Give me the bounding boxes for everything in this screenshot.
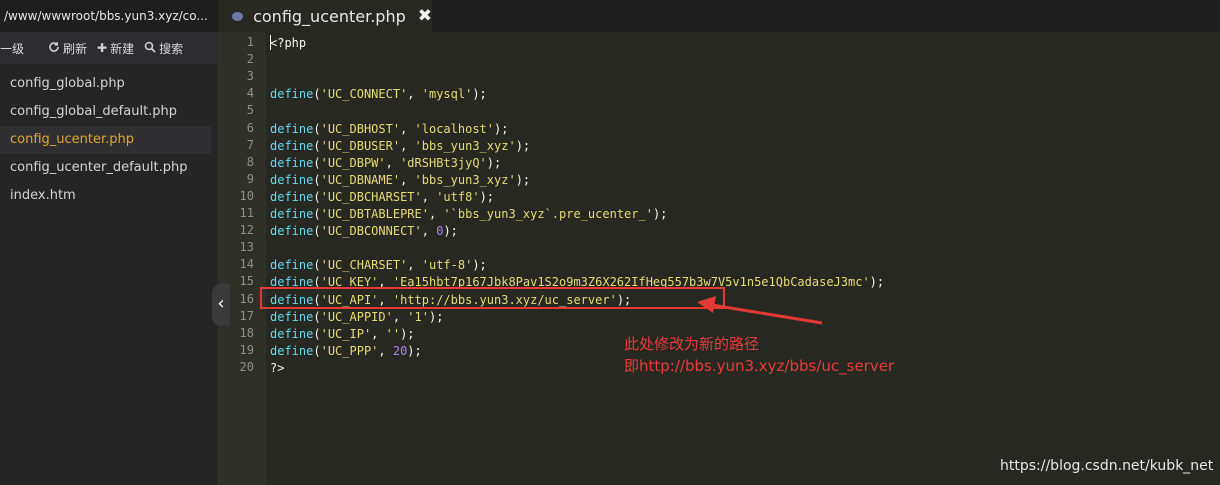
search-button[interactable]: 搜索 <box>144 40 183 57</box>
refresh-button[interactable]: 刷新 <box>48 40 87 57</box>
line-number: 18 <box>239 325 254 340</box>
line-number: 14 <box>239 257 254 272</box>
annotation-highlight-box <box>260 287 725 309</box>
sidebar-path: /www/wwwroot/bbs.yun3.xyz/co... <box>0 0 218 32</box>
search-label: 搜索 <box>159 41 184 56</box>
annotation-note-2: 即http://bbs.yun3.xyz/bbs/uc_server <box>624 357 895 375</box>
file-item-active[interactable]: config_ucenter.php <box>0 126 211 154</box>
code-line: define('UC_DBCHARSET', 'utf8'); <box>270 189 495 204</box>
line-number-gutter: 1 2 3 4 5 6 7 8 9 10 11 12 13 14 15 16 17 18 19 20 <box>218 32 266 485</box>
line-number: 3 <box>246 69 254 84</box>
line-number: 8 <box>246 154 254 169</box>
php-file-icon <box>232 11 244 21</box>
code-line: define('UC_DBHOST', 'localhost'); <box>270 121 509 136</box>
tab-config-ucenter[interactable]: config_ucenter.php ✖ <box>218 0 432 32</box>
line-number: 7 <box>246 137 254 152</box>
code-line: define('UC_IP', ''); <box>270 326 415 341</box>
code-line: define('UC_APPID', '1'); <box>270 309 444 324</box>
line-number: 4 <box>246 86 254 101</box>
up-level-button[interactable]: 一级 <box>0 40 24 57</box>
code-line: define('UC_CONNECT', 'mysql'); <box>270 87 487 102</box>
code-line: define('UC_DBUSER', 'bbs_yun3_xyz'); <box>270 138 531 153</box>
tab-title: config_ucenter.php <box>253 6 406 26</box>
line-number: 12 <box>239 223 254 238</box>
watermark: https://blog.csdn.net/kubk_net <box>1000 458 1214 474</box>
tab-bar: config_ucenter.php ✖ <box>218 0 1220 32</box>
code-line: define('UC_CHARSET', 'utf-8'); <box>270 258 487 273</box>
line-number: 13 <box>239 240 254 255</box>
close-icon[interactable]: ✖ <box>418 6 432 26</box>
chevron-left-icon: ‹ <box>217 293 225 314</box>
file-item[interactable]: config_ucenter_default.php <box>0 154 211 182</box>
line-number: 9 <box>246 171 254 186</box>
line-number: 2 <box>246 52 254 67</box>
file-item[interactable]: config_global_default.php <box>0 98 211 126</box>
code-line: define('UC_PPP', 20); <box>270 343 422 358</box>
code-line: define('UC_DBPW', 'dRSHBt3jyQ'); <box>270 155 502 170</box>
text-cursor <box>270 35 271 50</box>
line-number: 19 <box>239 342 254 357</box>
annotation-note-1: 此处修改为新的路径 <box>624 335 760 353</box>
plus-icon: ✚ <box>97 41 108 55</box>
line-number: 11 <box>239 206 254 220</box>
line-number: 1 <box>246 35 254 49</box>
code-line: ?> <box>270 360 285 375</box>
line-number: 20 <box>239 359 254 374</box>
file-list: config_global.php config_global_default.… <box>0 70 218 210</box>
refresh-label: 刷新 <box>63 41 88 56</box>
code-line: <?php <box>270 36 307 50</box>
search-icon <box>144 41 156 56</box>
sidebar-toolbar: 一级 刷新 ✚ 新建 搜索 <box>0 32 218 64</box>
line-number: 10 <box>239 188 254 203</box>
code-line: define('UC_DBTABLEPRE', '`bbs_yun3_xyz`.… <box>270 207 668 221</box>
file-sidebar: /www/wwwroot/bbs.yun3.xyz/co... 一级 刷新 ✚ … <box>0 0 218 485</box>
collapse-sidebar-button[interactable]: ‹ <box>212 284 230 326</box>
refresh-icon <box>48 41 60 56</box>
code-editor[interactable]: <?php define('UC_CONNECT', 'mysql'); defin… <box>270 32 1220 485</box>
file-item[interactable]: config_global.php <box>0 70 211 98</box>
code-line: define('UC_DBNAME', 'bbs_yun3_xyz'); <box>270 172 531 187</box>
new-label: 新建 <box>110 41 135 56</box>
code-line: define('UC_DBCONNECT', 0); <box>270 224 458 239</box>
line-number: 5 <box>246 103 254 118</box>
file-item[interactable]: index.htm <box>0 182 211 210</box>
up-level-label: 一级 <box>0 41 25 56</box>
line-number: 6 <box>246 120 254 135</box>
new-button[interactable]: ✚ 新建 <box>97 40 134 57</box>
